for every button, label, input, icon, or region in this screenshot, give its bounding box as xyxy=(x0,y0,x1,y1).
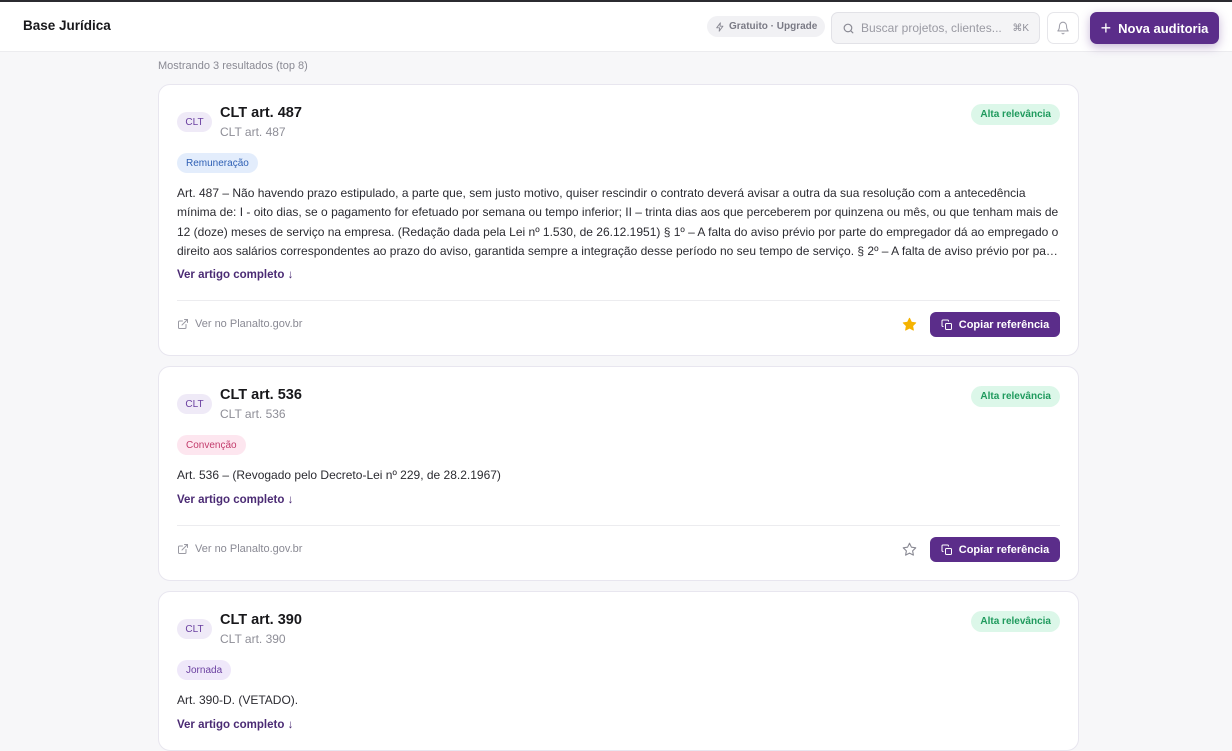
new-audit-button[interactable]: + Nova auditoria xyxy=(1090,12,1219,44)
article-text: Art. 487 – Não havendo prazo estipulado,… xyxy=(177,186,1060,258)
law-tag: CLT xyxy=(177,394,212,414)
lightning-icon xyxy=(716,21,724,32)
top-bar: Base Jurídica Gratuito · Upgrade ⌘K + No… xyxy=(0,0,1232,52)
article-text: Art. 536 – (Revogado pelo Decreto-Lei nº… xyxy=(177,468,501,482)
favorite-button[interactable] xyxy=(901,316,917,332)
arrow-down-icon: ↓ xyxy=(287,269,294,281)
planalto-link[interactable]: Ver no Planalto.gov.br xyxy=(177,543,302,555)
plus-icon: + xyxy=(1100,17,1112,38)
planalto-link-label: Ver no Planalto.gov.br xyxy=(195,318,303,330)
external-link-icon xyxy=(178,319,188,329)
divider xyxy=(177,525,1060,526)
star-filled-icon xyxy=(902,317,916,331)
search-icon xyxy=(843,23,854,33)
star-outline-icon xyxy=(902,542,916,556)
see-full-article-link[interactable]: Ver artigo completo ↓ xyxy=(177,494,293,506)
law-tag: CLT xyxy=(177,112,212,132)
article-title: CLT art. 390 xyxy=(220,612,302,628)
article-text: Art. 390-D. (VETADO). xyxy=(177,693,299,707)
copy-reference-label: Copiar referência xyxy=(958,543,1050,556)
search-box[interactable]: ⌘K xyxy=(831,12,1040,44)
new-audit-label: Nova auditoria xyxy=(1118,20,1209,36)
notifications-button[interactable] xyxy=(1047,12,1079,44)
see-full-article-label: Ver artigo completo xyxy=(177,719,285,731)
see-full-article-link[interactable]: Ver artigo completo ↓ xyxy=(177,269,293,281)
topic-tag: Jornada xyxy=(177,660,232,680)
relevance-badge: Alta relevância xyxy=(971,386,1060,407)
favorite-button[interactable] xyxy=(901,541,917,557)
copy-reference-label: Copiar referência xyxy=(958,318,1050,331)
article-subtitle: CLT art. 487 xyxy=(220,125,286,139)
copy-icon xyxy=(941,544,952,555)
divider xyxy=(177,300,1060,301)
see-full-article-label: Ver artigo completo xyxy=(177,269,285,281)
law-tag: CLT xyxy=(177,619,212,639)
article-subtitle: CLT art. 390 xyxy=(220,632,286,646)
article-card: CLT CLT art. 390 CLT art. 390 Alta relev… xyxy=(158,591,1079,751)
results-summary: Mostrando 3 resultados (top 8) xyxy=(158,60,308,72)
brand-title: Base Jurídica xyxy=(23,18,111,33)
bell-icon xyxy=(1057,21,1069,35)
plan-upgrade-badge[interactable]: Gratuito · Upgrade xyxy=(707,16,826,37)
copy-reference-button[interactable]: Copiar referência xyxy=(930,312,1060,337)
article-subtitle: CLT art. 536 xyxy=(220,407,286,421)
see-full-article-link[interactable]: Ver artigo completo ↓ xyxy=(177,719,293,731)
relevance-badge: Alta relevância xyxy=(971,104,1060,125)
topic-tag: Convenção xyxy=(177,435,246,455)
plan-badge-label: Gratuito · Upgrade xyxy=(729,21,818,32)
copy-reference-button[interactable]: Copiar referência xyxy=(930,537,1060,562)
planalto-link[interactable]: Ver no Planalto.gov.br xyxy=(177,318,302,330)
article-title: CLT art. 487 xyxy=(220,105,302,121)
article-title: CLT art. 536 xyxy=(220,387,302,403)
search-shortcut: ⌘K xyxy=(1012,22,1029,34)
article-card: CLT CLT art. 487 CLT art. 487 Alta relev… xyxy=(158,84,1079,356)
arrow-down-icon: ↓ xyxy=(287,719,294,731)
search-input[interactable] xyxy=(861,21,1001,35)
see-full-article-label: Ver artigo completo xyxy=(177,494,285,506)
article-card: CLT CLT art. 536 CLT art. 536 Alta relev… xyxy=(158,366,1079,581)
external-link-icon xyxy=(178,544,188,554)
planalto-link-label: Ver no Planalto.gov.br xyxy=(195,543,303,555)
arrow-down-icon: ↓ xyxy=(287,494,294,506)
relevance-badge: Alta relevância xyxy=(971,611,1060,632)
copy-icon xyxy=(941,319,952,330)
topic-tag: Remuneração xyxy=(177,153,258,173)
